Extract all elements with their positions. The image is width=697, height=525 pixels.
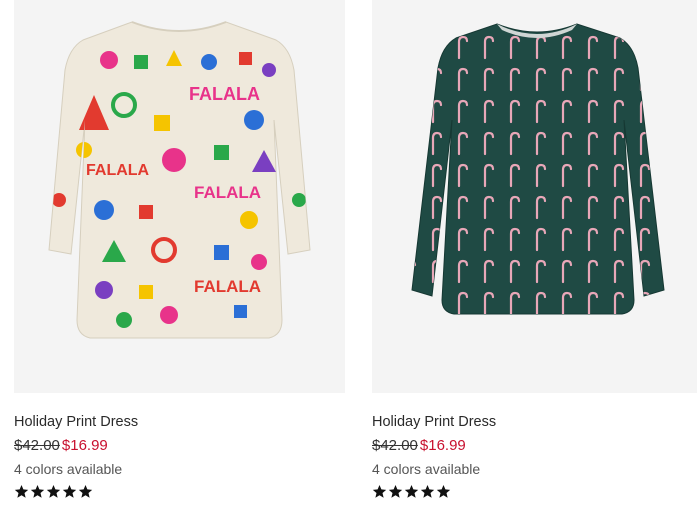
product-price: $42.00 $16.99	[372, 437, 466, 454]
original-price: $42.00	[372, 437, 418, 454]
star-icon	[30, 484, 45, 499]
product-grid: FALALA FALALA FALALA FALALA Holiday Prin…	[0, 0, 697, 525]
star-icon	[78, 484, 93, 499]
star-icon	[420, 484, 435, 499]
svg-text:FALALA: FALALA	[86, 162, 150, 179]
rating-stars	[372, 484, 451, 502]
sale-price: $16.99	[61, 437, 108, 454]
product-card[interactable]: Holiday Print Dress $42.00 $16.99 4 color…	[372, 0, 697, 525]
star-icon	[46, 484, 61, 499]
dress-candy-cane-image	[372, 0, 697, 393]
dress-falala-image: FALALA FALALA FALALA FALALA	[14, 0, 345, 393]
svg-text:FALALA: FALALA	[194, 183, 261, 202]
product-title[interactable]: Holiday Print Dress	[372, 414, 496, 430]
product-title[interactable]: Holiday Print Dress	[14, 414, 138, 430]
svg-text:FALALA: FALALA	[194, 277, 261, 296]
product-price: $42.00 $16.99	[14, 437, 108, 454]
colors-available[interactable]: 4 colors available	[14, 461, 122, 477]
sale-price: $16.99	[419, 437, 466, 454]
star-icon	[388, 484, 403, 499]
product-image[interactable]: FALALA FALALA FALALA FALALA	[14, 0, 345, 393]
star-icon	[436, 484, 451, 499]
star-icon	[404, 484, 419, 499]
product-image[interactable]	[372, 0, 697, 393]
star-icon	[62, 484, 77, 499]
svg-text:FALALA: FALALA	[189, 84, 260, 104]
product-card[interactable]: FALALA FALALA FALALA FALALA Holiday Prin…	[14, 0, 345, 525]
colors-available[interactable]: 4 colors available	[372, 461, 480, 477]
rating-stars	[14, 484, 93, 502]
star-icon	[14, 484, 29, 499]
star-icon	[372, 484, 387, 499]
original-price: $42.00	[14, 437, 60, 454]
